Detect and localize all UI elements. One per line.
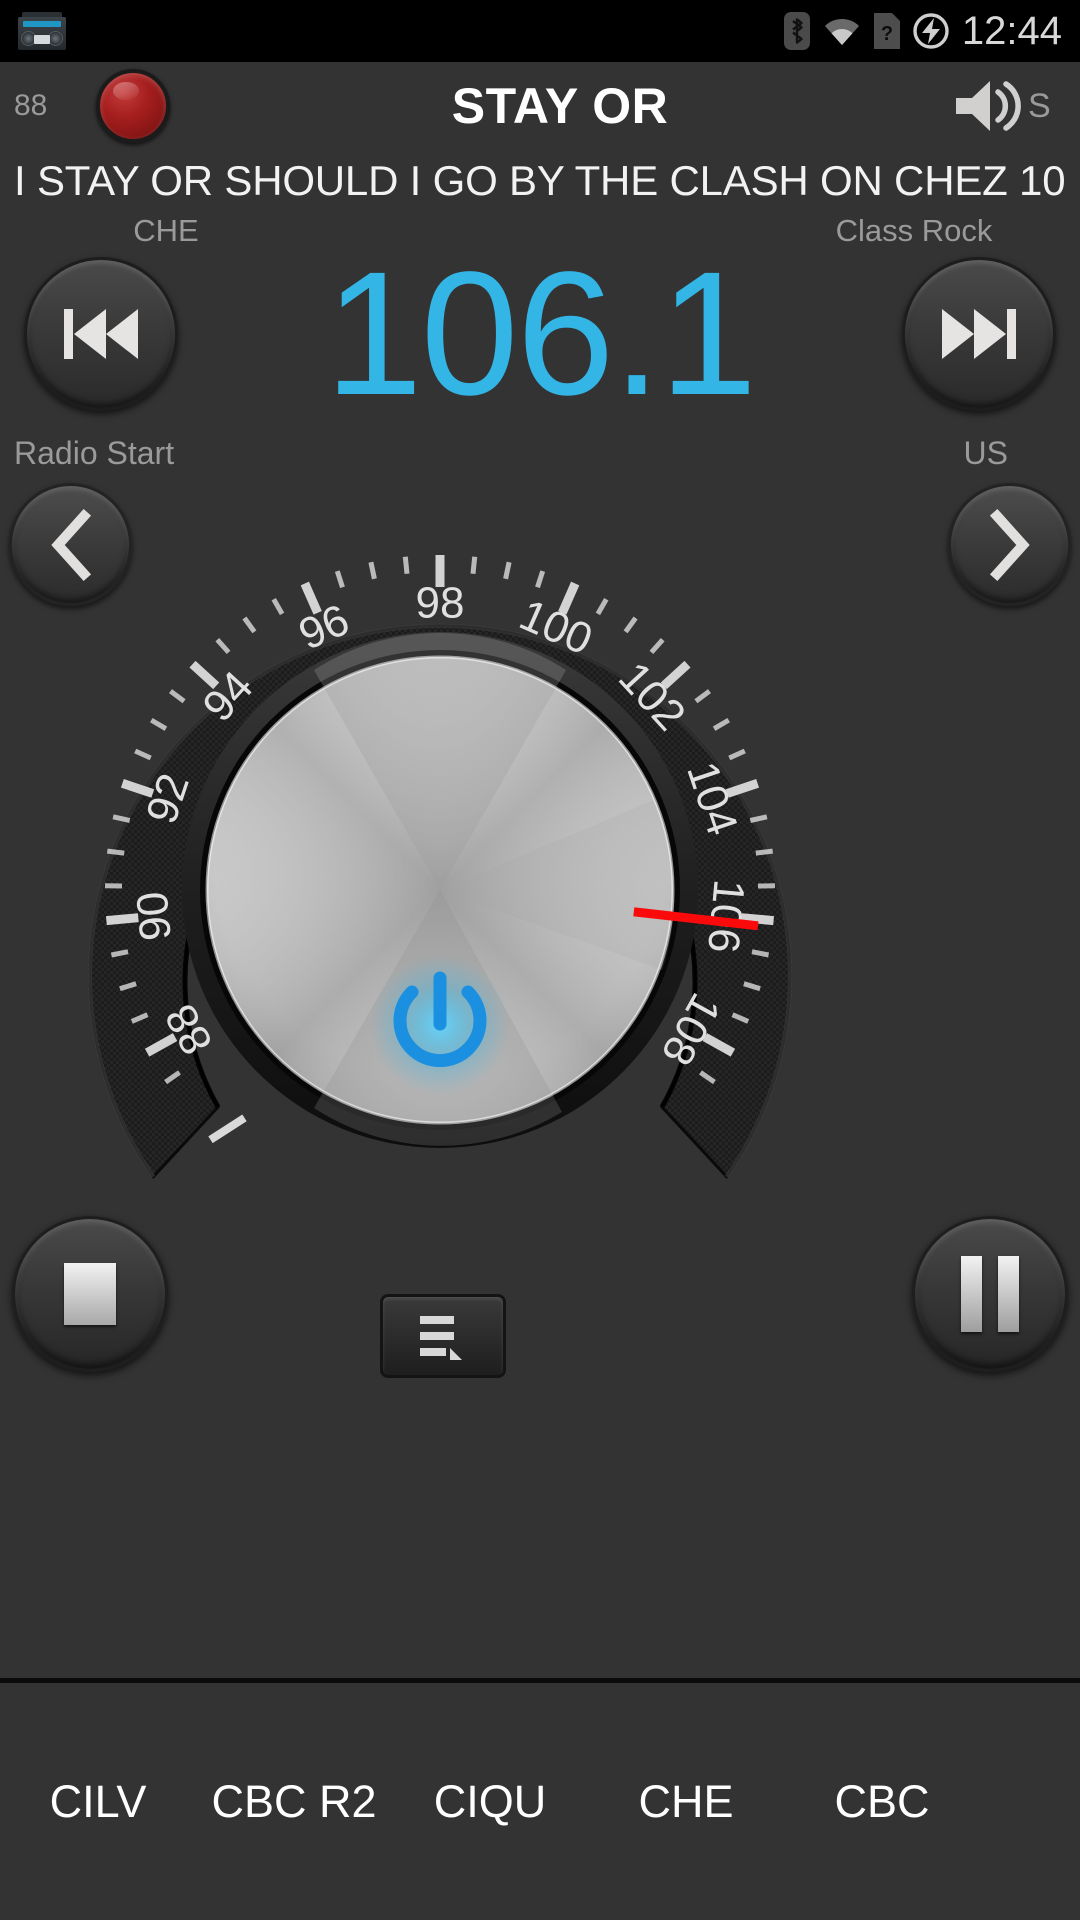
- frequency-display: 106.1: [178, 259, 902, 409]
- nav-label-row: Radio Start US: [0, 430, 1080, 476]
- fast-forward-icon: [936, 303, 1022, 365]
- frequency-row: 106.1: [0, 254, 1080, 414]
- station-genre-label: Class Rock: [764, 213, 1064, 249]
- power-icon[interactable]: [370, 955, 510, 1095]
- status-bar-clock: 12:44: [962, 9, 1062, 54]
- action-bar: 88 STAY OR S: [0, 62, 1080, 150]
- fm-radio-app: ? 12:44 88 STAY OR S I STAY OR SHOULD I …: [0, 0, 1080, 1920]
- bluetooth-icon: [784, 12, 810, 50]
- sim-card-question-icon: ?: [874, 13, 900, 49]
- region-label: US: [964, 435, 1066, 472]
- preset-item[interactable]: CBC R2: [196, 1776, 392, 1828]
- rewind-icon: [58, 303, 144, 365]
- sleep-timer-label[interactable]: S: [1028, 87, 1074, 126]
- seek-next-button[interactable]: [902, 257, 1056, 411]
- preset-item[interactable]: CBC: [784, 1776, 980, 1828]
- tuning-dial[interactable]: 889092949698100102104106108: [14, 500, 866, 1240]
- dial-ticks: [211, 1118, 245, 1140]
- svg-text:98: 98: [416, 579, 465, 628]
- rds-marquee-text: I STAY OR SHOULD I GO BY THE CLASH ON CH…: [0, 150, 1080, 212]
- stop-button[interactable]: [12, 1216, 168, 1372]
- band-min-label: 88: [10, 89, 74, 123]
- page-title: STAY OR: [170, 77, 950, 135]
- next-page-button[interactable]: [948, 483, 1071, 606]
- preset-station-list[interactable]: CILV CBC R2 CIQU CHE CBC: [0, 1683, 1080, 1920]
- playlist-menu-button[interactable]: [380, 1294, 506, 1378]
- volume-icon[interactable]: [950, 76, 1028, 136]
- chevron-right-icon: [983, 508, 1037, 582]
- status-bar-left: [16, 12, 68, 50]
- stop-square-icon: [64, 1263, 116, 1325]
- record-button[interactable]: [96, 69, 170, 143]
- list-menu-icon: [414, 1312, 472, 1360]
- preset-item[interactable]: CHE: [588, 1776, 784, 1828]
- station-callsign-label: CHE: [16, 213, 316, 249]
- preset-item[interactable]: CILV: [0, 1776, 196, 1828]
- svg-text:?: ?: [881, 23, 893, 45]
- pause-button[interactable]: [912, 1216, 1068, 1372]
- pause-bars-icon: [961, 1256, 1019, 1332]
- tuning-dial-svg[interactable]: 889092949698100102104106108: [14, 500, 866, 1240]
- wifi-icon: [822, 15, 862, 47]
- seek-previous-button[interactable]: [24, 257, 178, 411]
- status-bar-right: ? 12:44: [784, 9, 1062, 54]
- radio-start-label: Radio Start: [14, 435, 174, 472]
- preset-item[interactable]: CIQU: [392, 1776, 588, 1828]
- charging-bolt-icon: [912, 12, 950, 50]
- boombox-icon: [16, 12, 68, 50]
- status-bar: ? 12:44: [0, 0, 1080, 62]
- svg-text:90: 90: [128, 890, 181, 943]
